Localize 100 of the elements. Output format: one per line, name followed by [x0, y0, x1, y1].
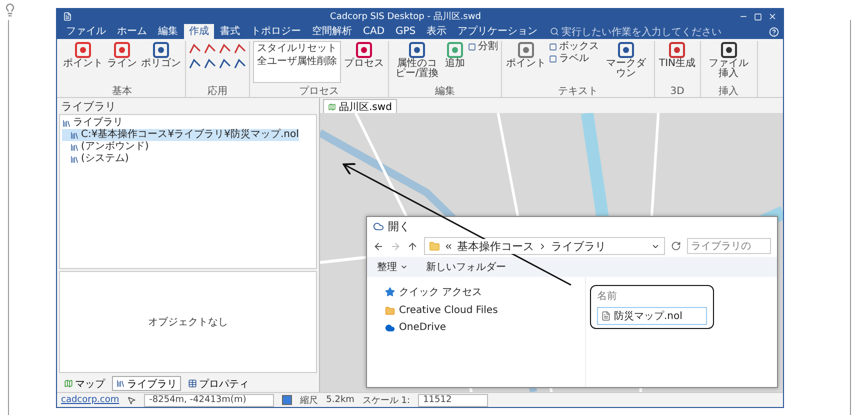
- caret-icon: [400, 263, 408, 271]
- library-icon: [70, 154, 79, 164]
- group-caption: 3D: [669, 86, 686, 97]
- back-icon[interactable]: [373, 240, 384, 252]
- ribbon-button[interactable]: ポイント: [62, 41, 104, 69]
- ribbon-button[interactable]: ポリゴン: [140, 41, 182, 69]
- ribbon-button[interactable]: 属性のコピー/置換: [392, 41, 442, 79]
- ribbon-button[interactable]: ラベル: [549, 53, 599, 64]
- library-icon: [62, 118, 71, 128]
- double-chevron-icon: [444, 242, 453, 250]
- ribbon-button[interactable]: TIN生成: [658, 41, 697, 69]
- shape-icon[interactable]: [219, 43, 231, 55]
- group-caption: 応用: [206, 86, 228, 97]
- coordinates-field: -8254m, -42413m(m): [144, 394, 274, 406]
- ribbon-tab[interactable]: CAD: [358, 24, 390, 39]
- panel-tab[interactable]: マップ: [60, 376, 109, 391]
- pointer-icon[interactable]: [127, 396, 136, 404]
- folder-icon: [429, 240, 440, 252]
- nav-item[interactable]: Creative Cloud Files: [385, 305, 585, 316]
- group-caption: テキスト: [557, 86, 599, 97]
- group-caption: 基本: [111, 86, 133, 97]
- tool-icon: [113, 41, 131, 59]
- table-icon: [188, 379, 197, 388]
- ribbon-tab[interactable]: 編集: [153, 24, 183, 39]
- nav-item[interactable]: クイック アクセス: [385, 285, 585, 299]
- column-header[interactable]: 名前: [597, 289, 707, 303]
- library-icon: [70, 142, 79, 152]
- group-caption: 挿入: [718, 86, 740, 97]
- tool-icon: [468, 42, 476, 50]
- address-bar[interactable]: 基本操作コース ライブラリ: [424, 237, 665, 255]
- ribbon-button[interactable]: 分割: [468, 41, 498, 52]
- help-icon[interactable]: [769, 26, 779, 36]
- lightbulb-icon: [3, 3, 17, 17]
- ribbon-button[interactable]: ファイル挿入: [704, 41, 754, 79]
- distance-text: 5.2km: [326, 395, 354, 405]
- up-icon[interactable]: [407, 240, 418, 252]
- map-icon: [64, 379, 73, 388]
- empty-message: オブジェクトなし: [59, 271, 317, 373]
- ribbon-tab[interactable]: 空間解析: [307, 24, 357, 39]
- shape-icon[interactable]: [189, 43, 201, 55]
- window-title: Cadcorp SIS Desktop - 品川区.swd: [329, 10, 482, 23]
- tree-item[interactable]: (システム): [62, 153, 129, 165]
- shape-icon[interactable]: [234, 58, 246, 70]
- shape-icon[interactable]: [204, 58, 216, 70]
- tool-icon: [617, 41, 635, 59]
- ribbon-button[interactable]: プロセス: [343, 41, 385, 69]
- shape-icon[interactable]: [234, 43, 246, 55]
- tool-icon: [355, 41, 373, 59]
- ribbon-button[interactable]: ライン: [106, 41, 138, 69]
- gallery-item[interactable]: 全ユーザ属性削除: [257, 56, 337, 67]
- tool-icon: [668, 41, 686, 59]
- dialog-title: 開く: [388, 218, 410, 234]
- tree-item[interactable]: C:¥基本操作コース¥ライブラリ¥防災マップ.nol: [62, 129, 299, 141]
- group-caption: プロセス: [298, 86, 340, 97]
- scale-field[interactable]: 11512: [418, 394, 488, 406]
- ribbon-tab[interactable]: GPS: [390, 24, 421, 39]
- ribbon-tab[interactable]: ホーム: [112, 24, 152, 39]
- tool-icon: [720, 41, 738, 59]
- ribbon-tab[interactable]: アプリケーション: [452, 24, 543, 39]
- tool-icon: [408, 41, 426, 59]
- ribbon-tab[interactable]: トポロジー: [246, 24, 306, 39]
- map-tab[interactable]: 品川区.swd: [323, 99, 397, 113]
- shape-icon[interactable]: [189, 58, 201, 70]
- shape-icon[interactable]: [204, 43, 216, 55]
- tree-item[interactable]: ライブラリ: [62, 117, 123, 129]
- shape-icon[interactable]: [219, 58, 231, 70]
- close-icon[interactable]: [768, 12, 777, 21]
- panel-tab[interactable]: ライブラリ: [112, 376, 181, 391]
- ribbon-tab[interactable]: 表示: [422, 24, 452, 39]
- ribbon-button[interactable]: ボックス: [549, 41, 599, 52]
- panel-tab[interactable]: プロパティ: [184, 376, 253, 391]
- search-icon: [550, 27, 559, 36]
- file-item[interactable]: 防災マップ.nol: [597, 307, 707, 325]
- refresh-icon[interactable]: [671, 241, 681, 251]
- ribbon-button[interactable]: マークダウン: [601, 41, 651, 79]
- maximize-icon[interactable]: [754, 12, 762, 20]
- tree-item[interactable]: (アンボウンド): [62, 141, 149, 153]
- tool-icon: [74, 41, 92, 59]
- star-icon: [385, 287, 395, 297]
- ribbon-tab[interactable]: 書式: [215, 24, 245, 39]
- checkbox[interactable]: [282, 395, 292, 405]
- toolbar-button[interactable]: 新しいフォルダー: [426, 260, 506, 274]
- library-icon: [70, 130, 79, 140]
- tool-icon: [517, 41, 535, 59]
- ribbon-button[interactable]: 追加: [444, 41, 466, 69]
- ribbon-tab[interactable]: 作成: [184, 24, 214, 39]
- search-field[interactable]: ライブラリの: [687, 238, 771, 254]
- scale-label: スケール 1:: [362, 394, 410, 406]
- nav-item[interactable]: OneDrive: [385, 322, 585, 333]
- checkbox-label: 縮尺: [300, 394, 318, 406]
- gallery-item[interactable]: スタイルリセット: [257, 43, 337, 54]
- toolbar-button[interactable]: 整理: [377, 260, 408, 274]
- website-link[interactable]: cadcorp.com: [61, 395, 120, 405]
- tell-me-field[interactable]: 実行したい作業を入力してください: [550, 24, 768, 38]
- ribbon-tab[interactable]: ファイル: [61, 24, 111, 39]
- group-caption: 編集: [434, 86, 456, 97]
- chevron-icon: [538, 242, 547, 250]
- ribbon-button[interactable]: ポイント: [505, 41, 547, 69]
- style-gallery[interactable]: スタイルリセット 全ユーザ属性削除: [253, 41, 341, 83]
- library-icon: [116, 379, 125, 388]
